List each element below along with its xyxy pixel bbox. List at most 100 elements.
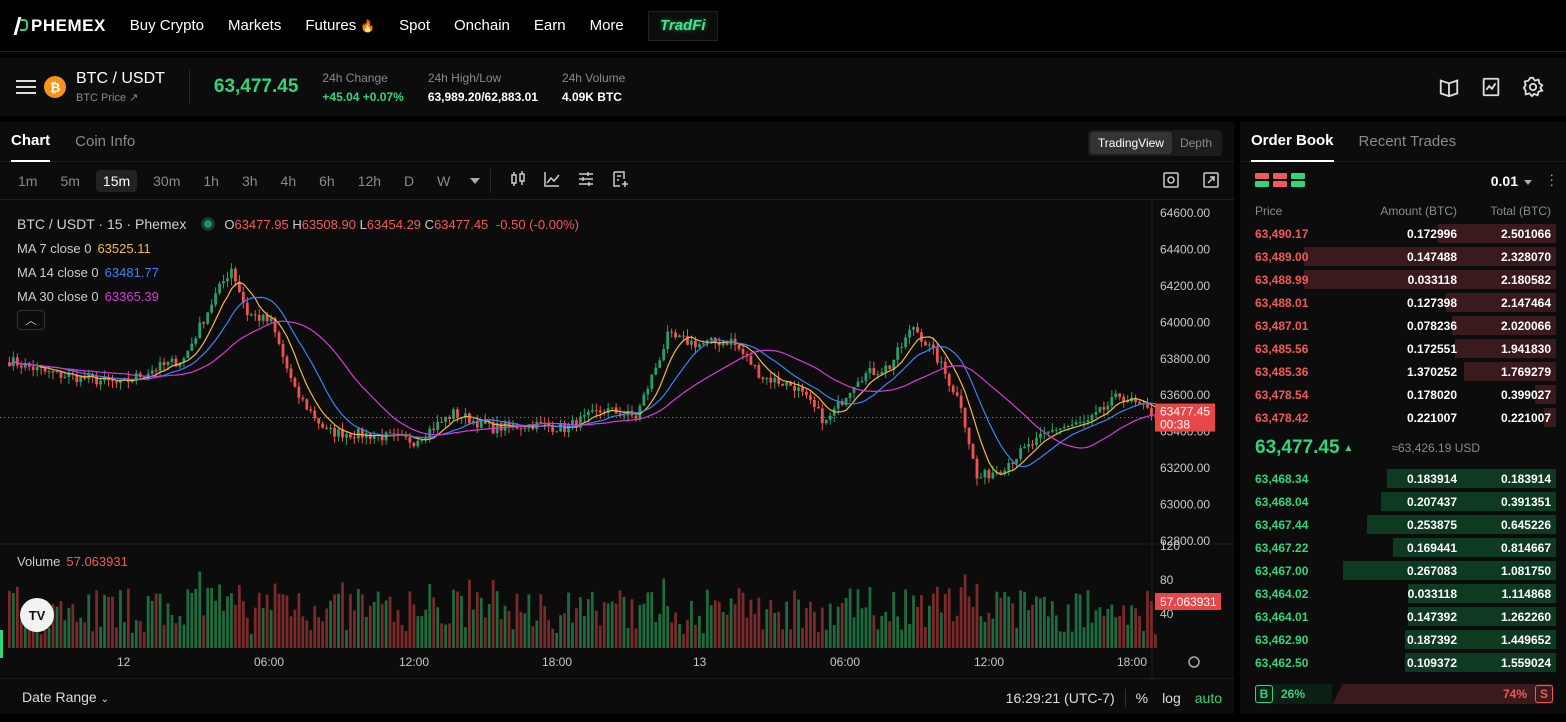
volume-bar bbox=[257, 592, 261, 648]
both-sides-icon[interactable] bbox=[1255, 173, 1269, 187]
tradingview-logo-icon[interactable]: TV bbox=[20, 598, 54, 632]
volume-bar bbox=[567, 592, 570, 648]
candle-body bbox=[749, 355, 753, 365]
bid-row[interactable]: 63,468.34 0.183914 0.183914 bbox=[1240, 467, 1566, 490]
ask-row[interactable]: 63,490.17 0.172996 2.501066 bbox=[1240, 222, 1566, 245]
interval-5m[interactable]: 5m bbox=[53, 170, 86, 192]
bid-row[interactable]: 63,464.01 0.147392 1.262260 bbox=[1240, 605, 1566, 628]
volume-bar bbox=[749, 599, 753, 648]
collapse-legend-button[interactable]: ︿ bbox=[17, 310, 45, 330]
order-total: 1.769279 bbox=[1500, 364, 1551, 379]
volume-bar bbox=[840, 603, 844, 648]
volume-bar bbox=[511, 629, 515, 648]
tab-recent-trades[interactable]: Recent Trades bbox=[1359, 122, 1457, 162]
interval-30m[interactable]: 30m bbox=[146, 170, 187, 192]
menu-icon[interactable] bbox=[16, 76, 36, 98]
volume-bar bbox=[380, 603, 384, 648]
precision-select[interactable]: 0.01 bbox=[1491, 173, 1532, 189]
ask-row[interactable]: 63,489.00 0.147488 2.328070 bbox=[1240, 245, 1566, 268]
bid-row[interactable]: 63,467.00 0.267083 1.081750 bbox=[1240, 559, 1566, 582]
volume-bar bbox=[1122, 605, 1126, 648]
ask-row[interactable]: 63,485.56 0.172551 1.941830 bbox=[1240, 337, 1566, 360]
auto-scale-toggle[interactable]: auto bbox=[1195, 690, 1222, 706]
volume-bar bbox=[388, 596, 392, 648]
asks-only-icon[interactable] bbox=[1273, 173, 1287, 187]
phemex-logo[interactable]: PHEMEX bbox=[14, 15, 106, 37]
candle-type-icon[interactable] bbox=[509, 170, 527, 191]
volume-bar bbox=[920, 595, 923, 648]
fullscreen-icon[interactable] bbox=[1202, 171, 1220, 189]
indicators-icon[interactable] bbox=[577, 170, 595, 191]
candle-body bbox=[1138, 401, 1141, 404]
interval-12h[interactable]: 12h bbox=[351, 170, 388, 192]
volume-bar bbox=[503, 605, 507, 648]
interval-d[interactable]: D bbox=[397, 170, 421, 192]
bid-row[interactable]: 63,467.44 0.253875 0.645226 bbox=[1240, 513, 1566, 536]
report-icon[interactable] bbox=[1480, 76, 1502, 98]
candle-body bbox=[967, 427, 971, 445]
candle-body bbox=[1007, 462, 1011, 471]
volume-bar bbox=[408, 591, 412, 648]
legend-close: 63477.45 bbox=[434, 216, 489, 232]
date-range-button[interactable]: Date Range ⌄ bbox=[22, 689, 109, 705]
ask-row[interactable]: 63,478.54 0.178020 0.399027 bbox=[1240, 383, 1566, 406]
bid-row[interactable]: 63,467.22 0.169441 0.814667 bbox=[1240, 536, 1566, 559]
guide-book-icon[interactable] bbox=[1438, 76, 1460, 98]
interval-1h[interactable]: 1h bbox=[196, 170, 226, 192]
tradingview-toggle[interactable]: TradingView bbox=[1089, 132, 1172, 154]
bid-row[interactable]: 63,462.50 0.109372 1.559024 bbox=[1240, 651, 1566, 674]
pair-sub-link[interactable]: BTC Price ↗ bbox=[76, 91, 165, 104]
nav-earn[interactable]: Earn bbox=[534, 17, 566, 34]
line-chart-icon[interactable] bbox=[543, 170, 561, 191]
bid-row[interactable]: 63,462.90 0.187392 1.449652 bbox=[1240, 628, 1566, 651]
interval-4h[interactable]: 4h bbox=[274, 170, 304, 192]
bids-only-icon[interactable] bbox=[1291, 173, 1305, 187]
interval-w[interactable]: W bbox=[430, 170, 457, 192]
tab-chart[interactable]: Chart bbox=[11, 122, 51, 162]
interval-1m[interactable]: 1m bbox=[11, 170, 44, 192]
nav-buy-crypto[interactable]: Buy Crypto bbox=[130, 17, 204, 34]
candle-body bbox=[408, 436, 412, 443]
volume-bar bbox=[43, 630, 47, 648]
nav-futures[interactable]: Futures 🔥 bbox=[305, 17, 375, 34]
volume-bar bbox=[19, 621, 23, 648]
nav-more[interactable]: More bbox=[590, 17, 624, 34]
interval-bar: 1m 5m 15m 30m 1h 3h 4h 6h 12h D W bbox=[0, 162, 1234, 200]
interval-6h[interactable]: 6h bbox=[312, 170, 342, 192]
more-options-icon[interactable]: · · · bbox=[1549, 167, 1554, 191]
depth-toggle[interactable]: Depth bbox=[1172, 132, 1220, 154]
volume-bar bbox=[943, 594, 947, 648]
interval-15m[interactable]: 15m bbox=[95, 169, 138, 192]
bid-row[interactable]: 63,464.02 0.033118 1.114868 bbox=[1240, 582, 1566, 605]
interval-dropdown-icon[interactable] bbox=[470, 177, 481, 184]
screenshot-icon[interactable] bbox=[1162, 171, 1180, 189]
settings-gear-icon[interactable] bbox=[1522, 76, 1544, 98]
candle-body bbox=[523, 428, 527, 430]
time-tick-label: 06:00 bbox=[254, 655, 284, 669]
templates-icon[interactable] bbox=[611, 170, 629, 191]
tradfi-badge[interactable]: TradFi bbox=[647, 10, 718, 41]
chart-settings-icon[interactable] bbox=[1188, 656, 1200, 668]
volume-bar bbox=[253, 607, 257, 648]
volume-bar bbox=[626, 627, 630, 648]
volume-bar bbox=[353, 610, 356, 648]
ask-row[interactable]: 63,487.01 0.078236 2.020066 bbox=[1240, 314, 1566, 337]
nav-spot[interactable]: Spot bbox=[399, 17, 430, 34]
pair-selector[interactable]: BTC / USDT BTC Price ↗ bbox=[76, 70, 165, 104]
ask-row[interactable]: 63,488.99 0.033118 2.180582 bbox=[1240, 268, 1566, 291]
candle-body bbox=[610, 407, 614, 409]
interval-3h[interactable]: 3h bbox=[235, 170, 265, 192]
candle-body bbox=[809, 395, 812, 400]
volume-bar bbox=[483, 617, 487, 648]
tab-coin-info[interactable]: Coin Info bbox=[75, 122, 135, 162]
percent-scale-toggle[interactable]: % bbox=[1136, 690, 1148, 706]
ask-row[interactable]: 63,488.01 0.127398 2.147464 bbox=[1240, 291, 1566, 314]
tab-order-book[interactable]: Order Book bbox=[1251, 122, 1334, 162]
bid-row[interactable]: 63,468.04 0.207437 0.391351 bbox=[1240, 490, 1566, 513]
volume-bar bbox=[103, 594, 106, 648]
ask-row[interactable]: 63,485.36 1.370252 1.769279 bbox=[1240, 360, 1566, 383]
ask-row[interactable]: 63,478.42 0.221007 0.221007 bbox=[1240, 406, 1566, 429]
nav-markets[interactable]: Markets bbox=[228, 17, 281, 34]
nav-onchain[interactable]: Onchain bbox=[454, 17, 510, 34]
log-scale-toggle[interactable]: log bbox=[1162, 690, 1181, 706]
